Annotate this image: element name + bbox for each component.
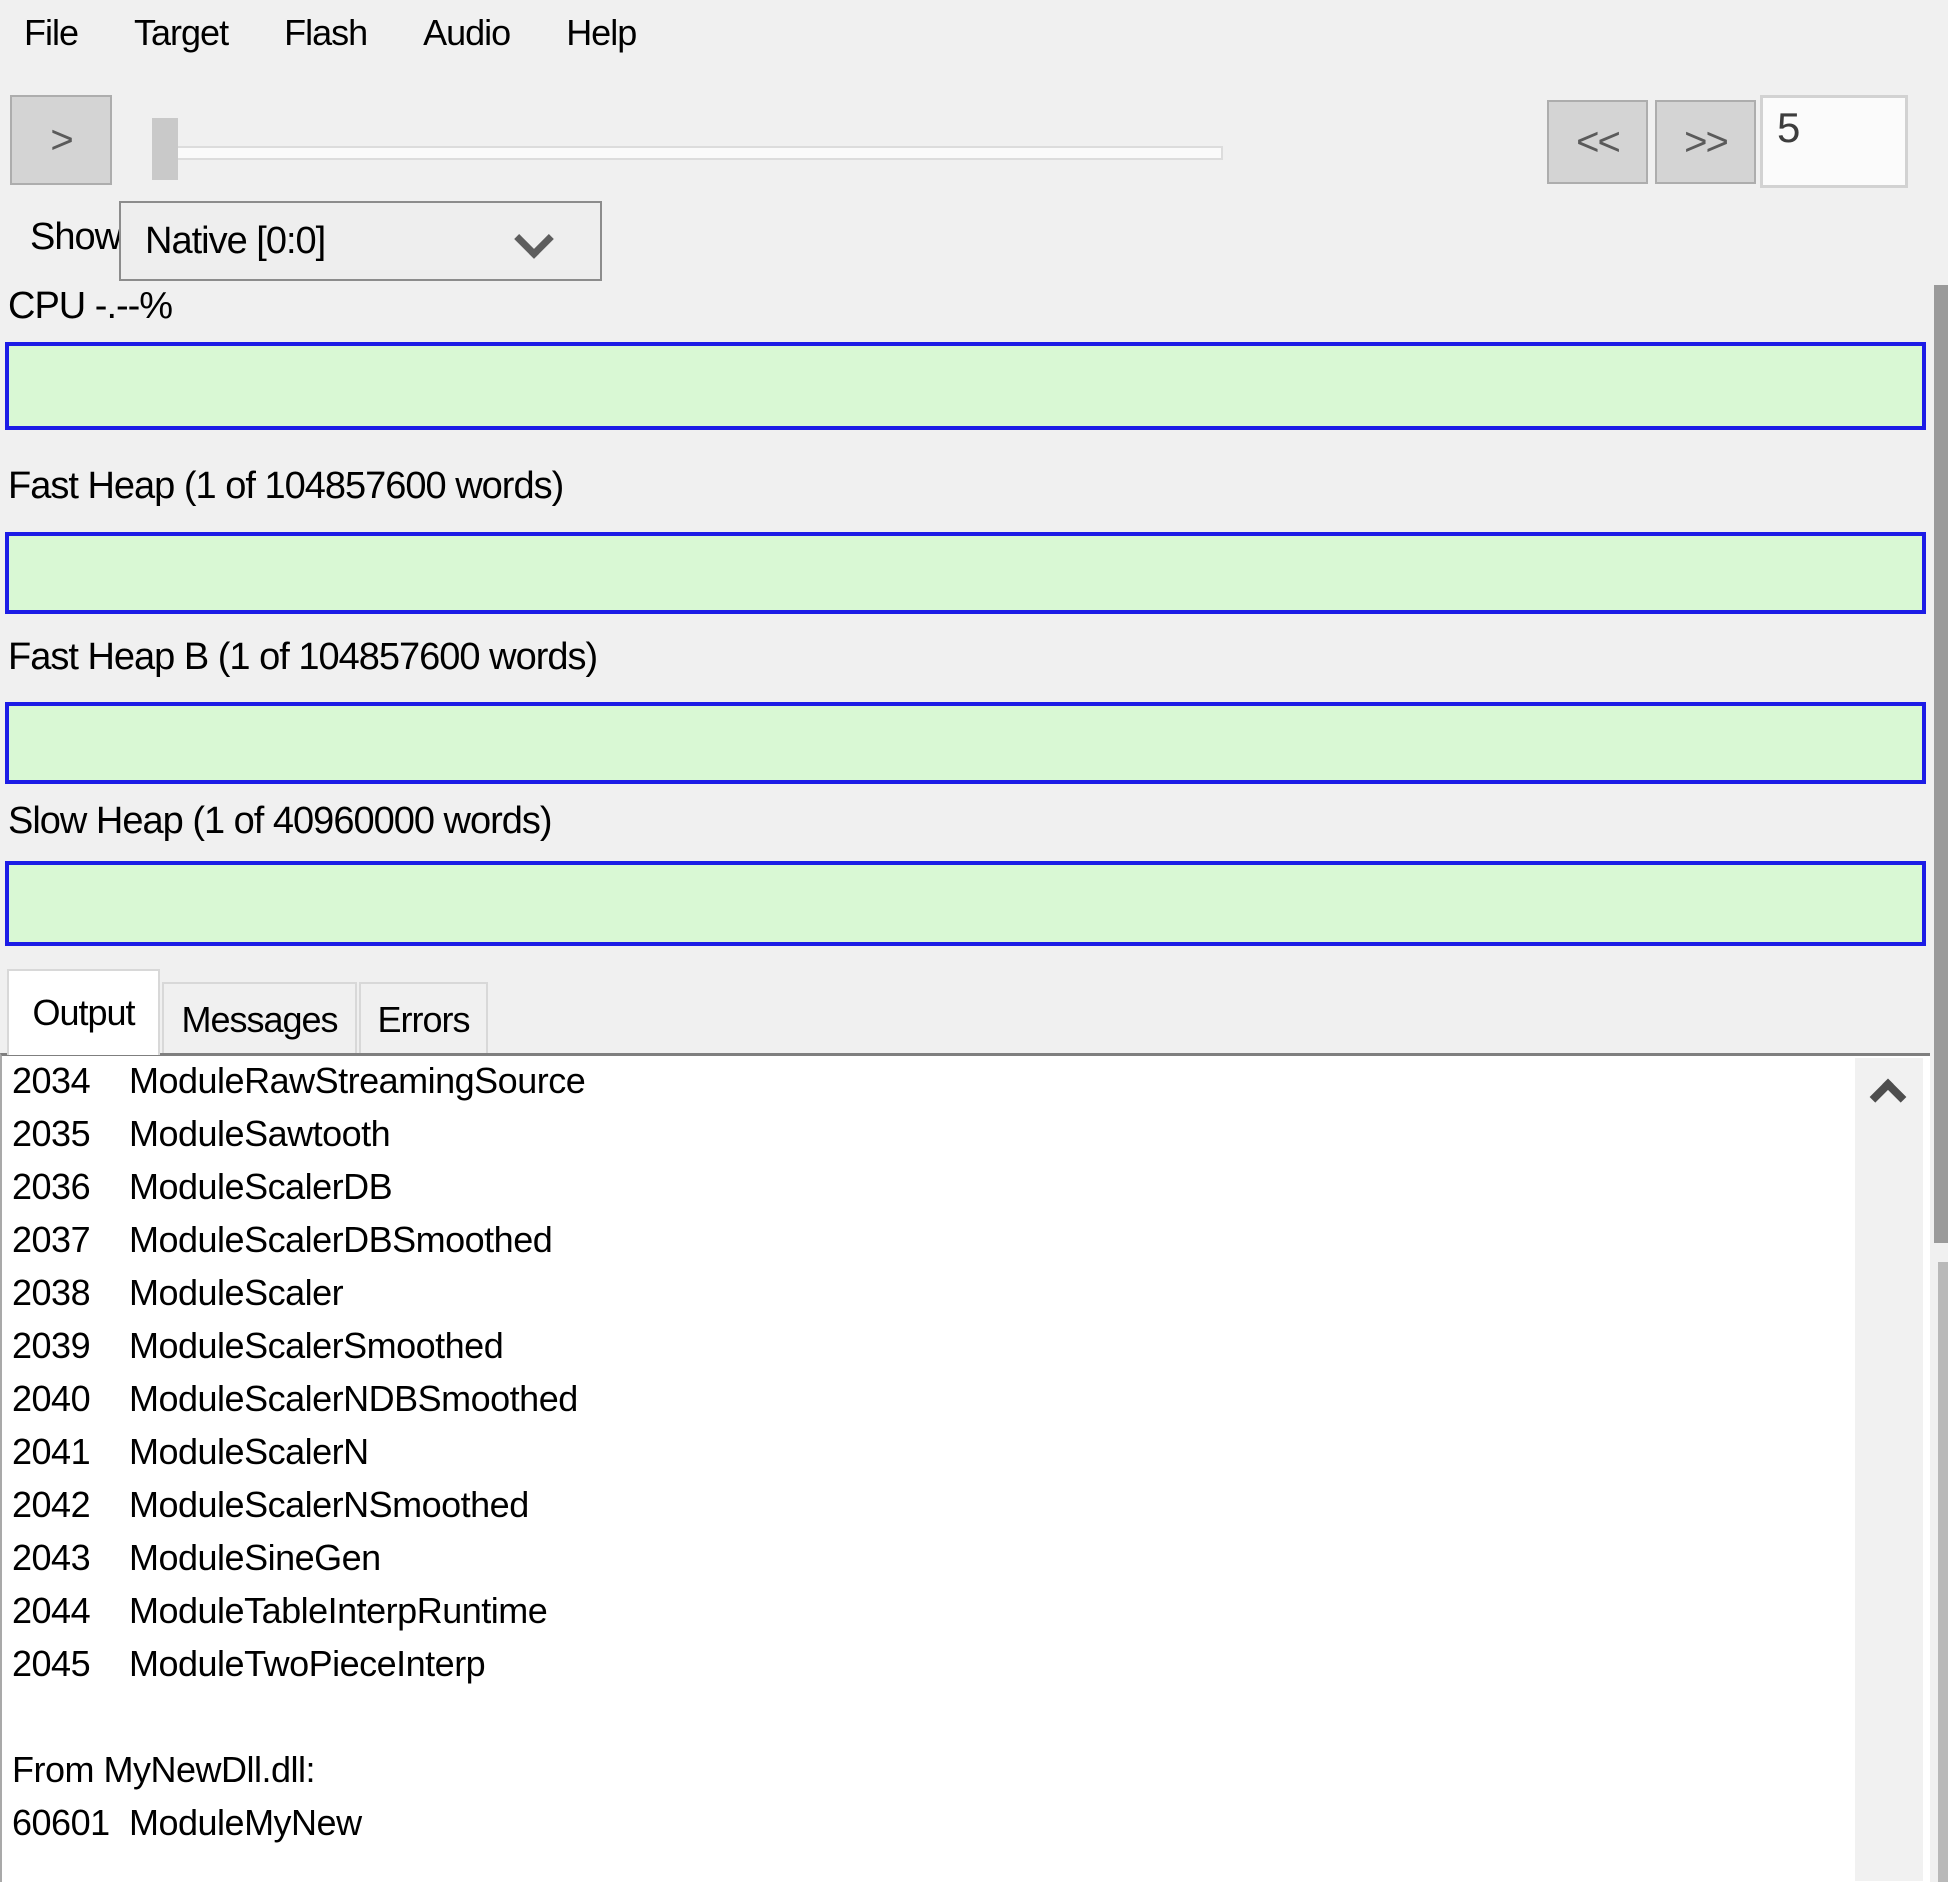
step-count-input[interactable]: 5: [1760, 95, 1908, 188]
chevron-down-icon: [514, 219, 554, 259]
module-id: 60601: [2, 1802, 129, 1844]
output-line: 60601ModuleMyNew: [2, 1802, 1930, 1855]
output-line: 2037ModuleScalerDBSmoothed: [2, 1219, 1930, 1272]
output-line: 2040ModuleScalerNDBSmoothed: [2, 1378, 1930, 1431]
fast-heap-meter-bar: [5, 532, 1926, 614]
cpu-usage-label: CPU -.--%: [8, 285, 172, 328]
menu-help[interactable]: Help: [560, 10, 642, 56]
show-target-dropdown[interactable]: Native [0:0]: [119, 201, 602, 281]
window-scrollbar-thumb[interactable]: [1934, 285, 1948, 1243]
position-slider-thumb[interactable]: [152, 118, 178, 180]
output-line: 2039ModuleScalerSmoothed: [2, 1325, 1930, 1378]
scroll-up-icon[interactable]: [1870, 1079, 1907, 1116]
tab-errors[interactable]: Errors: [359, 982, 488, 1055]
window-scrollbar-thumb-lower[interactable]: [1938, 1262, 1948, 1882]
fast-heap-b-label: Fast Heap B (1 of 104857600 words): [8, 636, 597, 679]
module-id: 2038: [2, 1272, 129, 1314]
module-name: ModuleScalerDBSmoothed: [129, 1219, 552, 1261]
module-name: ModuleScalerNSmoothed: [129, 1484, 529, 1526]
window-scrollbar[interactable]: [1930, 0, 1948, 1882]
module-id: 2043: [2, 1537, 129, 1579]
show-label: Show:: [30, 216, 131, 259]
output-line: 2044ModuleTableInterpRuntime: [2, 1590, 1930, 1643]
menu-audio[interactable]: Audio: [417, 10, 516, 56]
module-id: 2044: [2, 1590, 129, 1632]
module-id: 2034: [2, 1060, 129, 1102]
module-id: 2045: [2, 1643, 129, 1685]
module-id: 2042: [2, 1484, 129, 1526]
module-name: ModuleTableInterpRuntime: [129, 1590, 547, 1632]
module-name: ModuleScalerNDBSmoothed: [129, 1378, 578, 1420]
menu-bar: File Target Flash Audio Help: [18, 10, 642, 56]
module-name: ModuleRawStreamingSource: [129, 1060, 585, 1102]
step-button[interactable]: >: [10, 95, 112, 185]
tab-output[interactable]: Output: [7, 969, 160, 1055]
output-text: From MyNewDll.dll:: [2, 1749, 315, 1791]
app-window: File Target Flash Audio Help > << >> 5 S…: [0, 0, 1948, 1882]
module-name: ModuleScalerN: [129, 1431, 369, 1473]
output-text-line: [2, 1696, 1930, 1749]
module-id: 2035: [2, 1113, 129, 1155]
step-back-button[interactable]: <<: [1547, 100, 1648, 184]
position-slider-track[interactable]: [152, 146, 1223, 160]
menu-file[interactable]: File: [18, 10, 84, 56]
output-line: 2045ModuleTwoPieceInterp: [2, 1643, 1930, 1696]
double-chevron-right-icon: >>: [1684, 120, 1727, 165]
module-id: 2040: [2, 1378, 129, 1420]
output-list: 2034ModuleRawStreamingSource2035ModuleSa…: [2, 1056, 1930, 1855]
output-pane[interactable]: 2034ModuleRawStreamingSource2035ModuleSa…: [0, 1053, 1930, 1882]
output-line: 2038ModuleScaler: [2, 1272, 1930, 1325]
module-name: ModuleMyNew: [129, 1802, 362, 1844]
menu-target[interactable]: Target: [128, 10, 234, 56]
module-id: 2037: [2, 1219, 129, 1261]
module-name: ModuleScalerDB: [129, 1166, 392, 1208]
menu-flash[interactable]: Flash: [278, 10, 373, 56]
slow-heap-meter-bar: [5, 861, 1926, 946]
step-arrow-icon: >: [50, 118, 71, 163]
output-text-line: From MyNewDll.dll:: [2, 1749, 1930, 1802]
output-line: 2041ModuleScalerN: [2, 1431, 1930, 1484]
slow-heap-label: Slow Heap (1 of 40960000 words): [8, 800, 552, 843]
module-id: 2039: [2, 1325, 129, 1367]
output-line: 2035ModuleSawtooth: [2, 1113, 1930, 1166]
module-id: 2036: [2, 1166, 129, 1208]
output-line: 2034ModuleRawStreamingSource: [2, 1060, 1930, 1113]
fast-heap-b-meter-bar: [5, 702, 1926, 784]
module-name: ModuleScalerSmoothed: [129, 1325, 503, 1367]
step-forward-button[interactable]: >>: [1655, 100, 1756, 184]
module-id: 2041: [2, 1431, 129, 1473]
module-name: ModuleScaler: [129, 1272, 343, 1314]
output-scrollbar[interactable]: [1855, 1058, 1923, 1881]
show-dropdown-value: Native [0:0]: [145, 220, 325, 263]
cpu-meter-bar: [5, 342, 1926, 430]
fast-heap-label: Fast Heap (1 of 104857600 words): [8, 465, 563, 508]
output-line: 2036ModuleScalerDB: [2, 1166, 1930, 1219]
output-line: 2042ModuleScalerNSmoothed: [2, 1484, 1930, 1537]
output-line: 2043ModuleSineGen: [2, 1537, 1930, 1590]
double-chevron-left-icon: <<: [1576, 120, 1619, 165]
module-name: ModuleSawtooth: [129, 1113, 390, 1155]
tab-messages[interactable]: Messages: [162, 982, 357, 1055]
module-name: ModuleTwoPieceInterp: [129, 1643, 485, 1685]
module-name: ModuleSineGen: [129, 1537, 381, 1579]
